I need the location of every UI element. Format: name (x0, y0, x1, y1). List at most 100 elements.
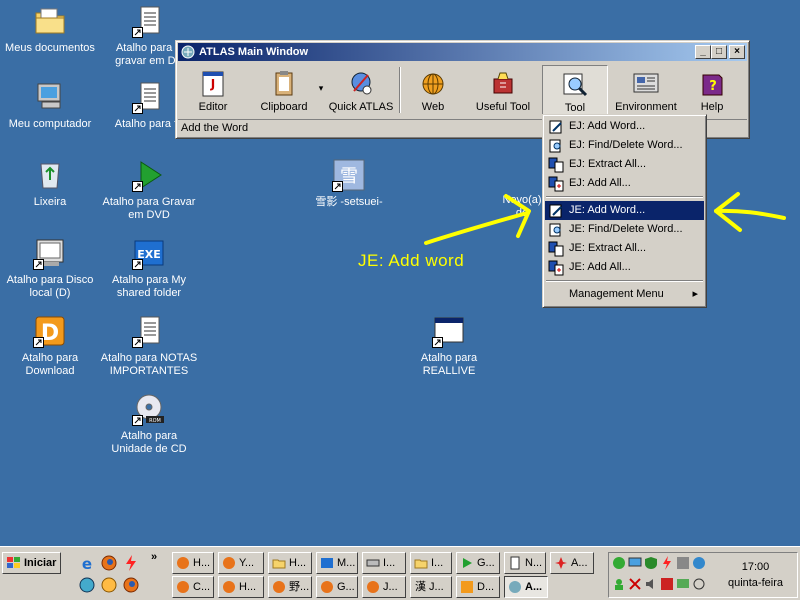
desktop-icon-meus-documentos[interactable]: Meus documentos (0, 4, 100, 55)
download-d-icon (460, 580, 474, 594)
menu-item-management-menu[interactable]: Management Menu ▸ (545, 285, 704, 304)
task-button[interactable]: H... (172, 552, 214, 574)
tray-x-icon[interactable] (628, 577, 642, 591)
tool-editor[interactable]: J Editor (184, 65, 242, 117)
task-button[interactable]: 漢 J... (410, 576, 452, 598)
task-button[interactable]: M... (316, 552, 358, 574)
start-button[interactable]: Iniciar (2, 552, 61, 574)
desktop-icon-gravar-dvd[interactable]: Atalho para Gravar em DVD (99, 158, 199, 222)
dropdown-arrow-icon: ▾ (318, 83, 324, 93)
tray-user-icon[interactable] (612, 577, 626, 591)
extract-all-icon (548, 241, 564, 257)
task-button[interactable]: I... (410, 552, 452, 574)
clock[interactable]: 17:00 quinta-feira (728, 559, 783, 591)
task-label: H... (193, 557, 211, 569)
task-button[interactable]: J... (362, 576, 406, 598)
add-word-icon (548, 119, 564, 135)
quicklaunch-ie-icon[interactable]: e (78, 554, 96, 573)
menu-item-je-find-delete-word[interactable]: JE: Find/Delete Word... (545, 220, 704, 239)
desktop-icon-label: Meu computador (8, 118, 92, 130)
task-button[interactable]: A... (550, 552, 594, 574)
tray-display-icon[interactable] (676, 577, 690, 591)
task-button[interactable]: Y... (218, 552, 264, 574)
extract-all-icon (548, 157, 564, 173)
tool-clipboard[interactable]: Clipboard (254, 65, 314, 117)
menu-item-ej-find-delete-word[interactable]: EJ: Find/Delete Word... (545, 136, 704, 155)
quicklaunch-firefox-icon[interactable] (100, 554, 118, 572)
shortcut-arrow-icon (132, 103, 143, 114)
quicklaunch-app-icon[interactable] (100, 576, 118, 594)
windows-flag-icon (6, 556, 21, 570)
task-button[interactable]: 野... (268, 576, 312, 598)
desktop-icon-disco-local-d[interactable]: Atalho para Disco local (D) (0, 236, 100, 300)
tray-globe-icon[interactable] (692, 556, 706, 570)
task-button[interactable]: H... (268, 552, 312, 574)
quicklaunch-media-icon[interactable] (78, 576, 96, 594)
desktop-icon-download[interactable]: D Atalho para Download (0, 314, 100, 378)
desktop-icon-meu-computador[interactable]: Meu computador (0, 80, 100, 131)
tool-web[interactable]: Web (406, 65, 460, 117)
maximize-button[interactable]: □ (711, 45, 727, 59)
menu-item-label: EJ: Find/Delete Word... (569, 139, 683, 151)
desktop-icon-setsuei[interactable]: 雪 雪影 -setsuei- (299, 158, 399, 209)
menu-item-je-add-word[interactable]: JE: Add Word... (545, 201, 704, 220)
desktop-icon-lixeira[interactable]: Lixeira (0, 158, 100, 209)
atlas-titlebar[interactable]: ATLAS Main Window _ □ × (178, 43, 747, 61)
desktop-icon-reallive[interactable]: Atalho para REALLIVE (399, 314, 499, 378)
tool-environment[interactable]: Environment (612, 65, 680, 117)
task-button[interactable]: N... (504, 552, 546, 574)
atlas-toolbar: J Editor Clipboard ▾ Quick ATLAS Web Use… (180, 65, 745, 117)
menu-item-je-extract-all[interactable]: JE: Extract All... (545, 239, 704, 258)
tray-alert-icon[interactable] (660, 577, 674, 591)
task-button[interactable]: I... (362, 552, 406, 574)
menu-item-je-add-all[interactable]: JE: Add All... (545, 258, 704, 277)
add-all-icon (548, 176, 564, 192)
tray-app-icon[interactable] (676, 556, 690, 570)
desktop-icon-unidade-cd[interactable]: ROM Atalho para Unidade de CD (99, 392, 199, 456)
close-button[interactable]: × (729, 45, 745, 59)
desktop-icon-label: Atalho para Download (21, 352, 79, 377)
tray-flash-icon[interactable] (660, 556, 674, 570)
task-button[interactable]: C... (172, 576, 214, 598)
task-button[interactable]: G... (456, 552, 500, 574)
tray-volume-icon[interactable] (644, 577, 658, 591)
task-label: D... (477, 581, 495, 593)
add-all-icon (548, 260, 564, 276)
task-button[interactable]: H... (218, 576, 264, 598)
tray-wireless-icon[interactable] (692, 577, 706, 591)
task-label: N... (525, 557, 543, 569)
quicklaunch-firefox2-icon[interactable] (122, 576, 140, 594)
system-tray: 17:00 quinta-feira (608, 552, 798, 598)
menu-item-ej-add-all[interactable]: EJ: Add All... (545, 174, 704, 193)
annotation-text: JE: Add word (358, 251, 465, 270)
quicklaunch-flash-icon[interactable] (122, 554, 140, 572)
tool-label: Quick ATLAS (328, 101, 394, 113)
window-app-icon (432, 314, 466, 348)
tray-network-icon[interactable] (612, 556, 626, 570)
tool-quick-atlas[interactable]: Quick ATLAS (328, 65, 394, 117)
shortcut-arrow-icon (33, 259, 44, 270)
minimize-button[interactable]: _ (695, 45, 711, 59)
desktop-icon-label: Atalho para REALLIVE (420, 352, 478, 377)
menu-item-label: Management Menu (569, 288, 664, 300)
desktop-icon-notas-importantes[interactable]: Atalho para NOTAS IMPORTANTES (99, 314, 199, 378)
menu-item-ej-add-word[interactable]: EJ: Add Word... (545, 117, 704, 136)
task-button-atlas-active[interactable]: A... (504, 576, 548, 598)
task-label: I... (431, 557, 444, 569)
task-button[interactable]: D... (456, 576, 500, 598)
clipboard-dropdown-arrow[interactable]: ▾ (316, 65, 326, 117)
desktop-icon-label: Atalho para My shared folder (112, 274, 186, 299)
tool-tool[interactable]: Tool (542, 65, 608, 117)
shortcut-arrow-icon (132, 181, 143, 192)
tool-label: Help (700, 101, 724, 113)
quicklaunch-chevron[interactable]: » (151, 551, 157, 563)
tool-useful-tool[interactable]: Useful Tool (470, 65, 536, 117)
tray-shield-icon[interactable] (644, 556, 658, 570)
task-button[interactable]: G... (316, 576, 358, 598)
desktop-icon-shared-folder[interactable]: EXE Atalho para My shared folder (99, 236, 199, 300)
clipboard-icon (269, 69, 299, 99)
tray-computer-icon[interactable] (628, 556, 642, 570)
menu-item-ej-extract-all[interactable]: EJ: Extract All... (545, 155, 704, 174)
computer-icon (33, 80, 67, 114)
tool-help[interactable]: ? Help (684, 65, 740, 117)
